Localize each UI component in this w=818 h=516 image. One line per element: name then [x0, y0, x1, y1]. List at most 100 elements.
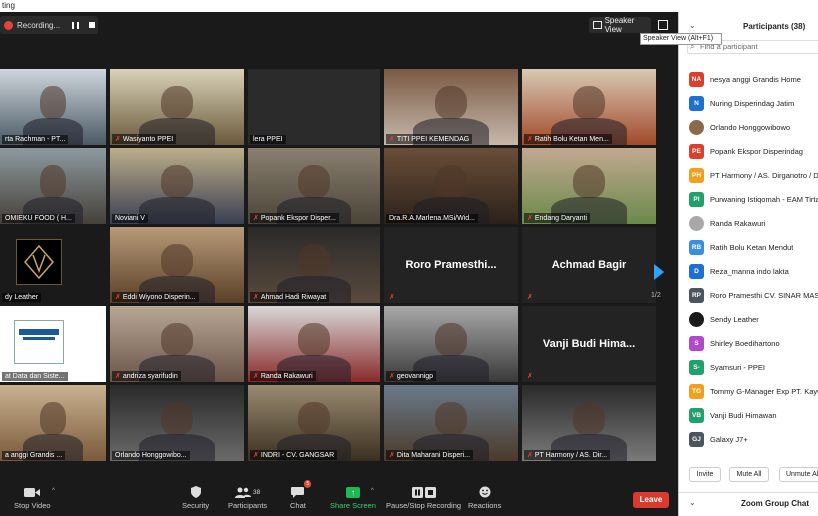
tile-name-text: Wasiyanto PPEI: [122, 135, 174, 143]
tile-name-label: ✗ TITI PPEI KEMENDAG: [386, 134, 473, 144]
video-tile[interactable]: ✗ Wasiyanto PPEI: [110, 69, 244, 145]
share-options-caret-icon[interactable]: ^: [371, 488, 374, 494]
video-tile[interactable]: rta Rachman - PT...: [0, 69, 106, 145]
chat-button[interactable]: 5 Chat: [290, 480, 312, 510]
video-tile[interactable]: lera PPEI: [248, 69, 380, 145]
video-tile[interactable]: ✗ Endang Daryanti: [522, 148, 656, 224]
participant-row[interactable]: S- Syamsuri - PPEI: [689, 359, 818, 375]
video-tile[interactable]: at Data dan Siste...: [0, 306, 106, 382]
video-tile[interactable]: ✗ Dita Maharani Disperi...: [384, 385, 518, 461]
video-tile[interactable]: Achmad Bagir ✗: [522, 227, 656, 303]
video-tile[interactable]: Noviani V: [110, 148, 244, 224]
participant-silhouette: [434, 322, 468, 357]
reactions-label: Reactions: [468, 501, 502, 510]
video-tile[interactable]: dy Leather: [0, 227, 106, 303]
chat-icon: 5: [291, 480, 312, 498]
video-camera-icon: [24, 486, 41, 498]
stop-video-button[interactable]: Stop Video: [14, 486, 51, 510]
pause-recording-icon[interactable]: [72, 21, 80, 29]
video-tile[interactable]: ✗ INDRI - CV. GANGSAR: [248, 385, 380, 461]
tile-name-text: Eddi Wiyono Disperin...: [122, 293, 196, 301]
participant-row[interactable]: Orlando Honggowibowo: [689, 119, 818, 135]
participant-name: Purwaning Istiqomah - EAM Tirta: [710, 194, 818, 204]
avatar: S: [689, 335, 704, 351]
participant-name: Popank Ekspor Disperindag: [710, 146, 803, 156]
participant-row[interactable]: VB Vanji Budi Himawan: [689, 407, 818, 423]
participant-silhouette: [298, 243, 330, 278]
video-tile[interactable]: Roro Pramesthi... ✗: [384, 227, 518, 303]
participant-row[interactable]: RB Ratih Bolu Ketan Mendut: [689, 239, 818, 255]
shield-icon: [190, 486, 201, 498]
share-screen-button[interactable]: ↑ Share Screen: [330, 486, 376, 510]
leave-button[interactable]: Leave: [633, 492, 669, 508]
mute-all-button[interactable]: Mute All: [729, 467, 769, 482]
mic-muted-icon: ✗: [253, 215, 259, 222]
video-tile[interactable]: a anggi Grandis ...: [0, 385, 106, 461]
participants-icon: 38: [234, 486, 261, 498]
video-tile[interactable]: ✗ Eddi Wiyono Disperin...: [110, 227, 244, 303]
video-tile[interactable]: ✗ geovannigp: [384, 306, 518, 382]
avatar: [689, 119, 704, 135]
tile-name-label: ✗: [386, 292, 400, 302]
video-tile[interactable]: ✗ Popank Ekspor Disper...: [248, 148, 380, 224]
collapse-chat-chevron-icon[interactable]: ⌄: [689, 498, 696, 507]
participant-row[interactable]: NA nesya anggi Grandis Home: [689, 71, 818, 87]
video-tile[interactable]: ✗ Ratih Bolu Ketan Men...: [522, 69, 656, 145]
participants-count: 38: [252, 488, 261, 496]
avatar: GJ: [689, 431, 704, 447]
video-options-caret-icon[interactable]: ^: [52, 488, 55, 494]
video-tile[interactable]: OMIEKU FOOD ( H...: [0, 148, 106, 224]
recording-label: Recording...: [17, 20, 61, 30]
participant-name: Nuring Disperindag Jatim: [710, 98, 795, 108]
next-page-button[interactable]: [648, 262, 668, 292]
tile-name-text: PT Harmony / AS. Dir...: [534, 451, 608, 459]
participant-row[interactable]: Sendy Leather: [689, 311, 818, 327]
participant-row[interactable]: PE Popank Ekspor Disperindag: [689, 143, 818, 159]
unmute-all-button[interactable]: Unmute Al: [779, 467, 818, 482]
participant-silhouette: [298, 322, 330, 357]
video-tile[interactable]: Dra.R.A.Marlena.MSi/Wid...: [384, 148, 518, 224]
participant-silhouette: [160, 401, 194, 436]
participant-name: PT Harmony / AS. Dirganotro / D: [710, 170, 818, 180]
participant-silhouette: [160, 322, 194, 357]
tile-name-text: lera PPEI: [253, 136, 283, 143]
participants-panel: ⌄ Participants (38) ⌕ Find a participant…: [678, 12, 818, 516]
participant-row[interactable]: TG Tommy G-Manager Exp PT. Kayu: [689, 383, 818, 399]
mic-muted-icon: ✗: [115, 294, 121, 301]
participant-row[interactable]: Randa Rakawuri: [689, 215, 818, 231]
chat-badge: 5: [304, 480, 312, 488]
stop-recording-icon[interactable]: [89, 22, 96, 28]
participant-row[interactable]: PI Purwaning Istiqomah - EAM Tirta: [689, 191, 818, 207]
participant-name: Syamsuri - PPEI: [710, 362, 766, 372]
participant-silhouette: [160, 243, 194, 278]
participant-row[interactable]: S Shirley Boedihartono: [689, 335, 818, 351]
security-button[interactable]: Security: [182, 486, 209, 510]
tile-name-text: TITI PPEI KEMENDAG: [396, 135, 470, 143]
fullscreen-icon[interactable]: [658, 20, 668, 30]
participant-name: Ratih Bolu Ketan Mendut: [710, 242, 794, 252]
participant-name: Randa Rakawuri: [710, 218, 766, 228]
invite-button[interactable]: Invite: [689, 467, 721, 482]
video-tile[interactable]: ✗ TITI PPEI KEMENDAG: [384, 69, 518, 145]
participant-row[interactable]: GJ Galaxy J7+: [689, 431, 818, 447]
tile-name-text: dy Leather: [5, 294, 39, 301]
reactions-button[interactable]: Reactions: [468, 486, 501, 510]
collapse-chevron-icon[interactable]: ⌄: [689, 21, 696, 30]
kemendag-logo-icon: [14, 320, 64, 364]
video-tile[interactable]: ✗ Randa Rakawuri: [248, 306, 380, 382]
speaker-view-button[interactable]: Speaker View: [589, 16, 651, 34]
video-tile[interactable]: ✗ PT Harmony / AS. Dir...: [522, 385, 656, 461]
participant-row[interactable]: RP Roro Pramesthi CV. SINAR MAS: [689, 287, 818, 303]
avatar: VB: [689, 407, 704, 423]
video-tile[interactable]: Orlando Honggowibo...: [110, 385, 244, 461]
tile-name-text: OMIEKU FOOD ( H...: [5, 215, 72, 222]
participant-row[interactable]: D Reza_manna indo lakta: [689, 263, 818, 279]
video-tile[interactable]: ✗ andriza syarifudin: [110, 306, 244, 382]
video-tile[interactable]: Vanji Budi Hima... ✗: [522, 306, 656, 382]
pause-stop-recording-button[interactable]: Pause/Stop Recording: [386, 486, 461, 510]
video-tile[interactable]: ✗ Ahmad Hadi Riwayat: [248, 227, 380, 303]
tile-name-label: a anggi Grandis ...: [2, 451, 66, 460]
participants-button[interactable]: 38 Participants: [228, 486, 267, 510]
participant-row[interactable]: PH PT Harmony / AS. Dirganotro / D: [689, 167, 818, 183]
participant-row[interactable]: N Nuring Disperindag Jatim: [689, 95, 818, 111]
